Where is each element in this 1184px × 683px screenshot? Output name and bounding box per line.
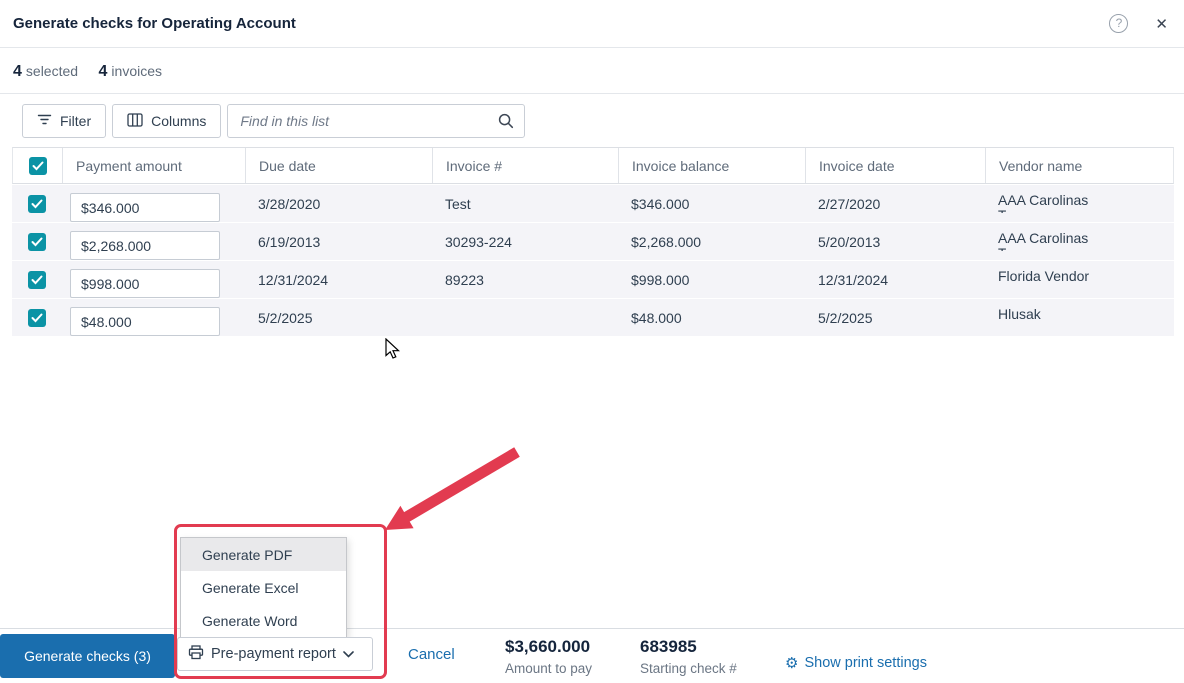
row-checkbox-cell <box>12 299 62 336</box>
due-date-cell: 3/28/2020 <box>258 195 321 212</box>
invoice-balance-cell: $346.000 <box>631 195 690 212</box>
invoice-balance-cell: $2,268.000 <box>631 233 702 250</box>
invoices-label: invoices <box>111 63 163 79</box>
gear-icon: ⚙ <box>785 654 799 672</box>
due-date-cell: 6/19/2013 <box>258 233 321 250</box>
vendor-name-text: Florida Vendor <box>998 268 1090 284</box>
vendor-name-text: AAA Carolinas <box>998 192 1089 208</box>
filter-button-label: Filter <box>60 113 92 129</box>
search-field-wrapper <box>227 104 526 138</box>
table-row: 5/2/2025 $48.000 5/2/2025 Hlusak <box>12 299 1174 336</box>
columns-button-label: Columns <box>151 113 207 129</box>
selected-count: 4 <box>13 63 22 80</box>
invoice-date-cell: 12/31/2024 <box>818 271 889 288</box>
amount-to-pay-label: Amount to pay <box>505 661 593 676</box>
starting-check-stat: 683985 Starting check # <box>640 637 737 676</box>
row-checkbox[interactable] <box>28 194 46 213</box>
vendor-name-cell: Hlusak <box>985 299 1174 336</box>
table-header-row: Payment amount Due date Invoice # Invoic… <box>12 147 1174 184</box>
due-date-cell: 12/31/2024 <box>258 271 329 288</box>
selection-summary: 4 selected 4 invoices <box>0 48 1184 94</box>
column-header-payment-amount[interactable]: Payment amount <box>63 148 246 183</box>
row-checkbox-cell <box>12 223 62 260</box>
amount-to-pay-value: $3,660.000 <box>505 637 591 656</box>
list-toolbar: Filter Columns <box>0 94 1184 147</box>
select-all-cell <box>13 148 63 183</box>
vendor-name-clipped-line: T <box>998 208 1174 213</box>
generate-checks-button[interactable]: Generate checks (3) <box>0 634 175 678</box>
menu-item-generate-excel[interactable]: Generate Excel <box>181 571 346 604</box>
filter-button[interactable]: Filter <box>22 104 107 138</box>
filter-icon <box>37 113 52 129</box>
column-header-due-date[interactable]: Due date <box>246 148 433 183</box>
show-print-settings-label: Show print settings <box>804 655 927 671</box>
search-input[interactable] <box>227 104 526 138</box>
row-checkbox-cell <box>12 261 62 298</box>
invoice-date-cell: 2/27/2020 <box>818 195 881 212</box>
vendor-name-cell: AAA CarolinasT <box>985 185 1174 222</box>
invoice-number-cell <box>432 299 618 336</box>
starting-check-value: 683985 <box>640 637 697 656</box>
vendor-name-text: Hlusak <box>998 306 1041 322</box>
invoice-date-cell: 5/20/2013 <box>818 233 881 250</box>
vendor-name-cell: Florida Vendor <box>985 261 1174 298</box>
row-checkbox-cell <box>12 185 62 222</box>
cancel-link[interactable]: Cancel <box>408 646 455 663</box>
table-row: 3/28/2020 Test $346.000 2/27/2020 AAA Ca… <box>12 185 1174 222</box>
menu-item-generate-pdf[interactable]: Generate PDF <box>181 538 346 571</box>
columns-button[interactable]: Columns <box>112 104 222 138</box>
row-checkbox[interactable] <box>28 270 46 289</box>
pre-payment-report-button[interactable]: Pre-payment report <box>177 637 373 671</box>
show-print-settings-link[interactable]: ⚙ Show print settings <box>785 655 927 671</box>
payment-amount-input[interactable] <box>70 193 220 222</box>
invoice-table: Payment amount Due date Invoice # Invoic… <box>12 147 1174 336</box>
invoice-date-cell: 5/2/2025 <box>818 309 873 326</box>
vendor-name-clipped-line: T <box>998 246 1174 251</box>
row-checkbox[interactable] <box>28 232 46 251</box>
column-header-invoice-balance[interactable]: Invoice balance <box>619 148 806 183</box>
invoices-count-group: 4 invoices <box>99 63 163 80</box>
payment-amount-input[interactable] <box>70 269 220 298</box>
vendor-name-text: AAA Carolinas <box>998 230 1089 246</box>
row-checkbox[interactable] <box>28 308 46 327</box>
starting-check-label: Starting check # <box>640 661 737 676</box>
table-row: 6/19/2013 30293-224 $2,268.000 5/20/2013… <box>12 223 1174 260</box>
due-date-cell: 5/2/2025 <box>258 309 313 326</box>
payment-amount-input[interactable] <box>70 307 220 336</box>
column-header-invoice-number[interactable]: Invoice # <box>433 148 619 183</box>
amount-to-pay-stat: $3,660.000 Amount to pay <box>505 637 592 676</box>
payment-amount-cell <box>62 185 245 222</box>
column-header-vendor-name[interactable]: Vendor name <box>986 148 1173 183</box>
payment-amount-input[interactable] <box>70 231 220 260</box>
modal-header: Generate checks for Operating Account ? … <box>0 0 1184 48</box>
payment-amount-cell <box>62 299 245 336</box>
mouse-cursor <box>385 338 401 359</box>
help-icon[interactable]: ? <box>1109 14 1129 33</box>
selected-count-group: 4 selected <box>13 63 78 80</box>
invoice-balance-cell: $48.000 <box>631 309 682 326</box>
select-all-checkbox[interactable] <box>28 156 47 175</box>
invoice-balance-cell: $998.000 <box>631 271 690 288</box>
vendor-name-cell: AAA CarolinasT <box>985 223 1174 260</box>
invoices-count: 4 <box>98 63 108 80</box>
selected-label: selected <box>25 63 79 79</box>
payment-amount-cell <box>62 261 245 298</box>
report-format-menu: Generate PDF Generate Excel Generate Wor… <box>180 537 347 638</box>
pre-payment-report-label: Pre-payment report <box>211 646 336 662</box>
payment-amount-cell <box>62 223 245 260</box>
table-row: 12/31/2024 89223 $998.000 12/31/2024 Flo… <box>12 261 1174 298</box>
invoice-number-cell: 89223 <box>445 271 484 288</box>
menu-item-generate-word[interactable]: Generate Word <box>181 604 346 637</box>
invoice-number-cell: Test <box>445 195 471 212</box>
close-icon[interactable]: ✕ <box>1155 15 1168 33</box>
chevron-down-icon <box>343 646 354 662</box>
columns-icon <box>127 112 143 130</box>
modal-title: Generate checks for Operating Account <box>13 15 296 32</box>
column-header-invoice-date[interactable]: Invoice date <box>806 148 986 183</box>
invoice-number-cell: 30293-224 <box>445 233 512 250</box>
printer-icon <box>188 644 204 664</box>
